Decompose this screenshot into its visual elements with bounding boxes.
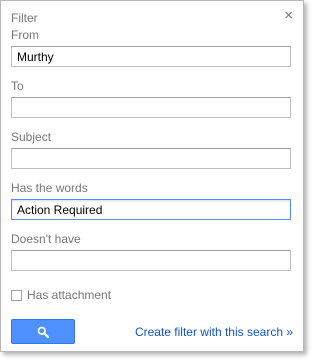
has-words-field[interactable] [11,199,291,220]
to-label: To [11,79,24,93]
from-field[interactable] [11,46,291,67]
dialog-title: Filter [11,11,38,25]
subject-label: Subject [11,130,52,144]
close-icon[interactable]: × [284,8,293,23]
create-filter-link[interactable]: Create filter with this search » [135,325,293,339]
subject-field[interactable] [11,148,291,169]
search-icon [37,326,49,338]
search-button[interactable] [11,319,75,344]
filter-dialog: Filter × From To Subject Has the words D… [0,0,304,352]
to-field[interactable] [11,97,291,118]
has-attachment-checkbox[interactable] [11,289,22,301]
from-label: From [11,28,39,42]
has-words-label: Has the words [11,181,88,195]
has-attachment-row: Has attachment [11,288,111,302]
doesnt-have-label: Doesn't have [11,232,81,246]
doesnt-have-field[interactable] [11,250,291,271]
has-attachment-label: Has attachment [27,288,112,302]
